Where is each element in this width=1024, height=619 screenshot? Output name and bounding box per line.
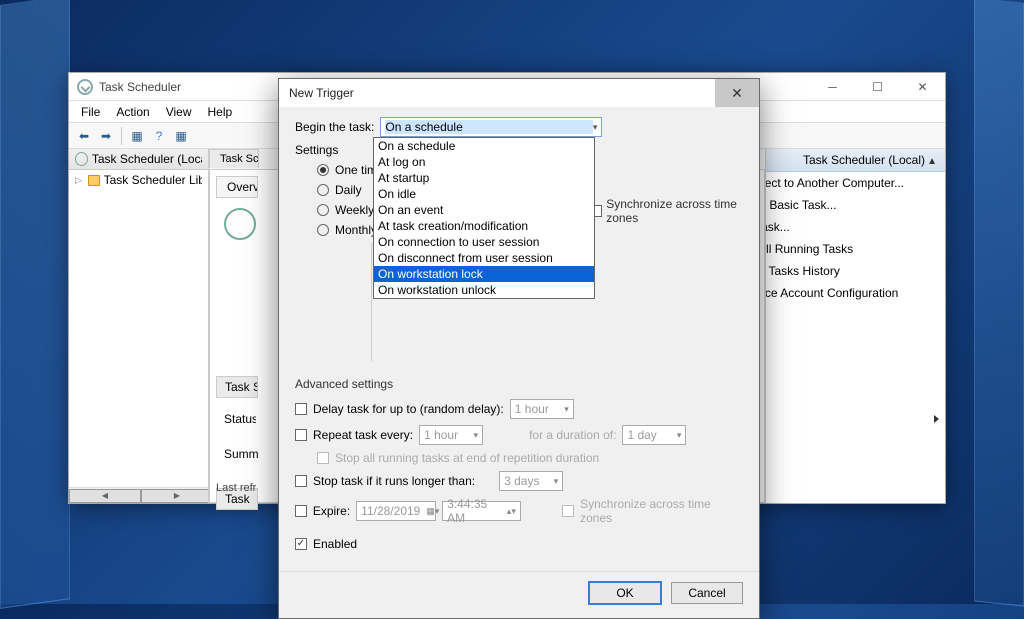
actions-pane: Task Scheduler (Local) ▲ Connect to Anot… (765, 149, 945, 503)
background-decoration (974, 0, 1024, 607)
help-icon[interactable]: ? (150, 127, 168, 145)
menu-view[interactable]: View (158, 103, 200, 121)
begin-task-label: Begin the task: (295, 120, 374, 134)
option-creation[interactable]: At task creation/modification (374, 218, 594, 234)
stop-if-input[interactable]: 3 days▾ (499, 471, 563, 491)
expire-label: Expire: (313, 504, 350, 518)
delay-input[interactable]: 1 hour▾ (510, 399, 574, 419)
folder-icon (88, 175, 100, 186)
dialog-titlebar[interactable]: New Trigger ✕ (279, 79, 759, 107)
sync-tz-label: Synchronize across time zones (606, 197, 759, 225)
radio-onetime[interactable] (317, 164, 329, 176)
stop-all-label: Stop all running tasks at end of repetit… (335, 451, 599, 465)
option-startup[interactable]: At startup (374, 170, 594, 186)
scroll-right-button[interactable]: ▶ (141, 489, 209, 503)
action-at-config[interactable]: AT Service Account Configuration (766, 282, 945, 304)
forward-button[interactable]: ➡ (97, 127, 115, 145)
radio-weekly-label: Weekly (335, 203, 374, 217)
close-button[interactable]: ✕ (900, 73, 945, 101)
action-history[interactable]: Enable All Tasks History (766, 260, 945, 282)
duration-input[interactable]: 1 day▾ (622, 425, 686, 445)
advanced-settings-header: Advanced settings (295, 377, 743, 391)
window-title: Task Scheduler (99, 80, 181, 94)
back-button[interactable]: ⬅ (75, 127, 93, 145)
option-workstation-lock[interactable]: On workstation lock (374, 266, 594, 282)
new-trigger-dialog: New Trigger ✕ Begin the task: On a sched… (278, 78, 760, 619)
center-title: Task Scheduler Summary (Local) (209, 149, 259, 168)
combo-value: On a schedule (385, 120, 592, 134)
separator (121, 127, 122, 145)
begin-task-dropdown[interactable]: On a schedule At log on At startup On id… (373, 137, 595, 299)
repeat-input[interactable]: 1 hour▾ (419, 425, 483, 445)
option-event[interactable]: On an event (374, 202, 594, 218)
radio-daily-label: Daily (335, 183, 362, 197)
stop-if-label: Stop task if it runs longer than: (313, 474, 475, 488)
background-decoration (0, 0, 70, 609)
radio-daily[interactable] (317, 184, 329, 196)
tree-item-library[interactable]: ▷ Task Scheduler Library (69, 170, 208, 190)
maximize-button[interactable]: ☐ (855, 73, 900, 101)
spinner-icon: ▴▾ (501, 506, 516, 517)
repeat-checkbox[interactable] (295, 429, 307, 441)
option-idle[interactable]: On idle (374, 186, 594, 202)
chevron-down-icon: ▾ (593, 122, 598, 133)
duration-label: for a duration of: (529, 428, 616, 442)
expire-time-input[interactable]: 3:44:35 AM▴▾ (442, 501, 521, 521)
action-basic-task[interactable]: Create Basic Task... (766, 194, 945, 216)
tree-item-label: Task Scheduler Library (104, 173, 202, 187)
sync-tz2-checkbox (562, 505, 574, 517)
begin-task-combo[interactable]: On a schedule ▾ (380, 117, 602, 137)
option-connect-session[interactable]: On connection to user session (374, 234, 594, 250)
stop-if-checkbox[interactable] (295, 475, 307, 487)
radio-monthly[interactable] (317, 224, 329, 236)
cancel-button[interactable]: Cancel (671, 582, 743, 604)
stop-all-checkbox (317, 452, 329, 464)
action-create-task[interactable]: Create Task... (766, 216, 945, 238)
app-icon (77, 79, 93, 95)
overview-tab[interactable]: Overview of Task Scheduler (216, 176, 258, 198)
horizontal-scrollbar[interactable]: ◀ ▶ (69, 487, 209, 503)
enabled-checkbox[interactable] (295, 538, 307, 550)
delay-label: Delay task for up to (random delay): (313, 402, 504, 416)
scheduler-icon (75, 152, 88, 166)
action-running-tasks[interactable]: Display All Running Tasks (766, 238, 945, 260)
calendar-icon: ▦▾ (420, 506, 439, 517)
expire-date-input[interactable]: 11/28/2019▦▾ (356, 501, 436, 521)
task-status-header: Task Status (216, 376, 258, 398)
clock-icon (224, 208, 256, 240)
sync-tz2-label: Synchronize across time zones (580, 497, 743, 525)
menu-help[interactable]: Help (200, 103, 241, 121)
ok-button[interactable]: OK (589, 582, 661, 604)
expire-checkbox[interactable] (295, 505, 307, 517)
minimize-button[interactable]: ─ (810, 73, 855, 101)
toolbar-icon[interactable]: ▦ (128, 127, 146, 145)
option-workstation-unlock[interactable]: On workstation unlock (374, 282, 594, 298)
actions-header: Task Scheduler (Local) (766, 149, 945, 172)
dialog-title: New Trigger (289, 86, 354, 100)
repeat-label: Repeat task every: (313, 428, 413, 442)
collapse-icon[interactable]: ▲ (927, 156, 937, 167)
submenu-arrow-icon (934, 415, 939, 423)
last-refreshed-label: Last refreshed at (216, 482, 256, 494)
tree-pane: Task Scheduler (Local) ▷ Task Scheduler … (69, 149, 209, 503)
menu-action[interactable]: Action (108, 103, 157, 121)
tree-root-label: Task Scheduler (Local) (92, 152, 202, 166)
radio-monthly-label: Monthly (335, 223, 377, 237)
enabled-label: Enabled (313, 537, 357, 551)
settings-label: Settings (295, 143, 371, 157)
option-logon[interactable]: At log on (374, 154, 594, 170)
expand-icon[interactable]: ▷ (75, 175, 82, 186)
dialog-close-button[interactable]: ✕ (715, 79, 759, 107)
scroll-left-button[interactable]: ◀ (69, 489, 141, 503)
action-connect[interactable]: Connect to Another Computer... (766, 172, 945, 194)
delay-checkbox[interactable] (295, 403, 307, 415)
toolbar-icon[interactable]: ▦ (172, 127, 190, 145)
menu-file[interactable]: File (73, 103, 108, 121)
radio-weekly[interactable] (317, 204, 329, 216)
option-disconnect-session[interactable]: On disconnect from user session (374, 250, 594, 266)
tree-root[interactable]: Task Scheduler (Local) (69, 149, 208, 170)
option-schedule[interactable]: On a schedule (374, 138, 594, 154)
